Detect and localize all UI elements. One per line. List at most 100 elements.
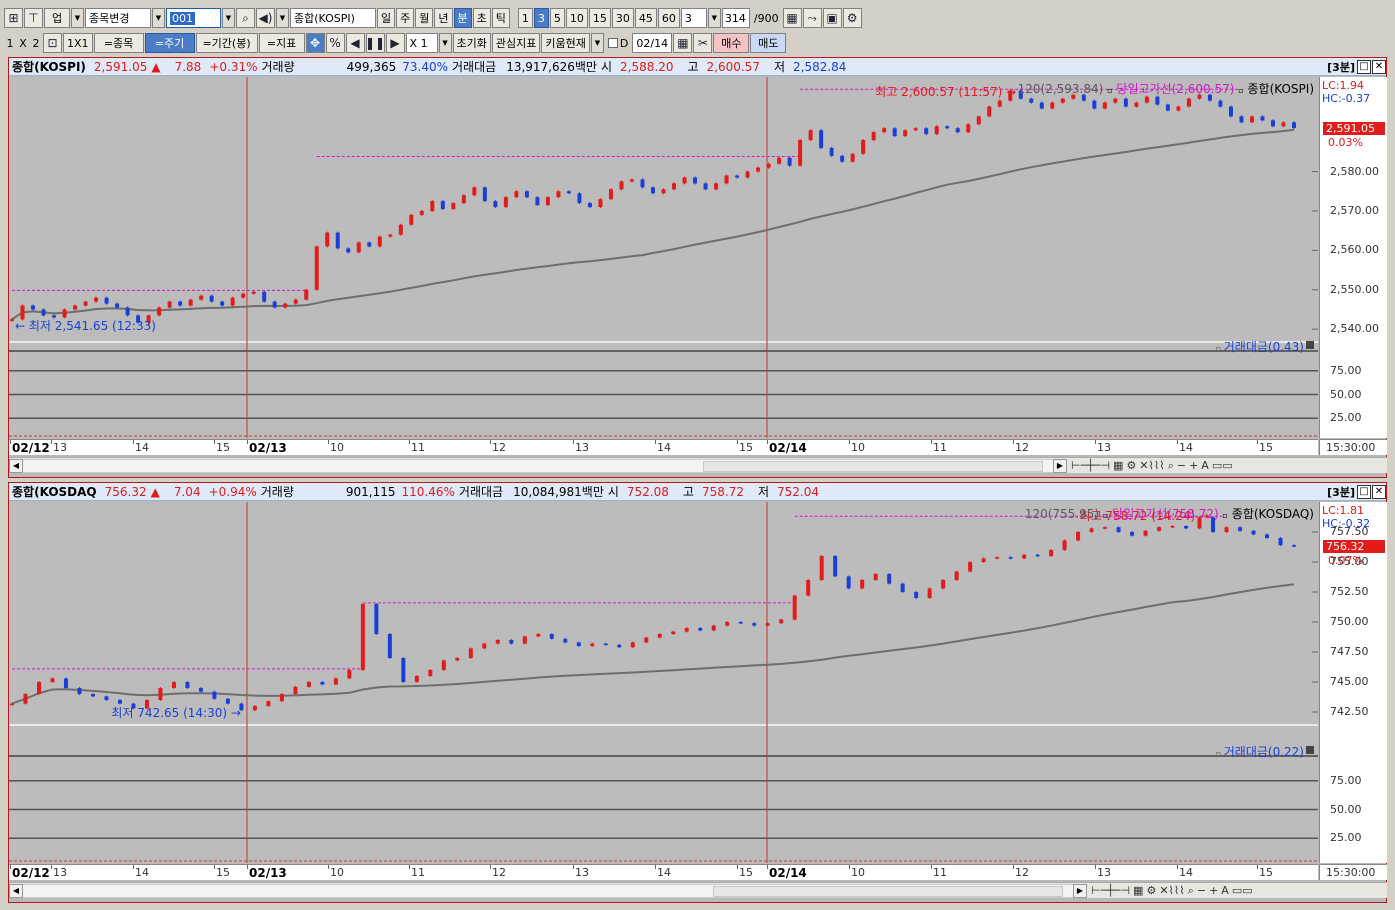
- grid-icon[interactable]: ⊡: [43, 33, 62, 53]
- candle-body: [535, 197, 540, 206]
- period-month[interactable]: 월: [415, 8, 434, 28]
- crosshair-icon[interactable]: ✥: [305, 33, 325, 53]
- minus-icon[interactable]: −: [1177, 459, 1186, 472]
- pin-icon[interactable]: ⊤: [24, 8, 43, 28]
- table-icon[interactable]: ▦: [1113, 459, 1123, 472]
- zoom-slider-icon[interactable]: ⊢─┼─⊣: [1091, 884, 1130, 897]
- multiplier-dropdown[interactable]: ▼: [438, 33, 452, 53]
- price-plot[interactable]: 최고 2,600.57 (11:57) → ← 최저 2,541.65 (12:3…: [9, 77, 1318, 438]
- save-icon[interactable]: ▣: [822, 8, 842, 28]
- sync-item-button[interactable]: =종목: [93, 33, 144, 53]
- interval-input[interactable]: 3: [680, 8, 707, 28]
- price-plot[interactable]: 최고 758.72 (14:24) → 최저 742.65 (14:30) → 12…: [9, 502, 1318, 863]
- interval-45[interactable]: 45: [634, 8, 657, 28]
- layout-x[interactable]: X: [17, 33, 29, 53]
- trend-icon[interactable]: ⤳: [802, 8, 822, 28]
- multiplier-select[interactable]: X 1: [405, 33, 438, 53]
- close-icon[interactable]: ✕: [1372, 484, 1386, 499]
- font-icon[interactable]: A: [1221, 884, 1229, 897]
- pattern-icon[interactable]: ✕⌇⌇⌇: [1159, 884, 1184, 897]
- period-tick[interactable]: 틱: [491, 8, 510, 28]
- reset-button[interactable]: 초기화: [452, 33, 491, 53]
- kiwoom-dropdown[interactable]: ▼: [590, 33, 604, 53]
- count-input[interactable]: 314: [721, 8, 750, 28]
- x-tick-label: 15: [739, 441, 753, 454]
- market-dropdown[interactable]: ▼: [71, 8, 84, 28]
- gear-icon[interactable]: ⚙: [1146, 884, 1156, 897]
- market-select[interactable]: 업: [44, 8, 70, 28]
- zoom-icon[interactable]: ⌕: [1168, 459, 1174, 473]
- x-tick: [214, 865, 215, 869]
- lc-label: LC:1.81: [1322, 504, 1365, 517]
- interval-60[interactable]: 60: [657, 8, 680, 28]
- layout-1x1-button[interactable]: 1X1: [63, 33, 93, 53]
- search-icon[interactable]: ⌕: [236, 8, 255, 28]
- sync-period-button[interactable]: =기간(봉): [195, 33, 258, 53]
- kiwoom-current-button[interactable]: 키움현재: [541, 33, 590, 53]
- font-icon[interactable]: A: [1201, 459, 1209, 472]
- maximize-icon[interactable]: □: [1357, 59, 1371, 74]
- scroll-left-icon[interactable]: ◀: [9, 458, 23, 473]
- stock-change-dropdown[interactable]: ▼: [152, 8, 165, 28]
- sync-indicator-button[interactable]: =지표: [258, 33, 305, 53]
- buy-button[interactable]: 매수: [713, 33, 750, 53]
- next-icon[interactable]: ▶: [385, 33, 405, 53]
- layout-2[interactable]: 2: [30, 33, 42, 53]
- horizontal-scrollbar[interactable]: ◀ ▶ ⊢─┼─⊣ ▦ ⚙ ✕⌇⌇⌇ ⌕ − + A ▭▭: [9, 882, 1387, 898]
- layout-1[interactable]: 1: [4, 33, 16, 53]
- layout-icon[interactable]: ▭▭: [1212, 459, 1233, 472]
- zoom-slider-icon[interactable]: ⊢─┼─⊣: [1071, 459, 1110, 472]
- scroll-thumb[interactable]: [713, 885, 1063, 897]
- calendar-icon[interactable]: ▦: [673, 33, 693, 53]
- interval-10[interactable]: 10: [565, 8, 588, 28]
- watch-indicator-button[interactable]: 관심지표: [491, 33, 541, 53]
- period-minute[interactable]: 분: [453, 8, 472, 28]
- scissors-icon[interactable]: ✂: [693, 33, 713, 53]
- plus-icon[interactable]: +: [1209, 884, 1218, 897]
- pattern-icon[interactable]: ✕⌇⌇⌇: [1139, 459, 1164, 472]
- scroll-right-icon[interactable]: ▶: [1053, 458, 1067, 473]
- interval-1[interactable]: 1: [517, 8, 533, 28]
- period-week[interactable]: 주: [396, 8, 415, 28]
- table-icon[interactable]: ▦: [1133, 884, 1143, 897]
- period-second[interactable]: 초: [472, 8, 491, 28]
- period-day[interactable]: 일: [377, 8, 396, 28]
- compare-icon[interactable]: ▦: [782, 8, 802, 28]
- code-dropdown[interactable]: ▼: [222, 8, 235, 28]
- interval-dropdown[interactable]: ▼: [707, 8, 721, 28]
- scroll-left-icon[interactable]: ◀: [9, 883, 23, 898]
- settings-icon[interactable]: ⚙: [842, 8, 862, 28]
- percent-button[interactable]: %: [325, 33, 345, 53]
- minus-icon[interactable]: −: [1197, 884, 1206, 897]
- period-year[interactable]: 년: [434, 8, 453, 28]
- sub-close-icon[interactable]: [1306, 746, 1314, 754]
- date-input[interactable]: 02/14: [632, 33, 673, 53]
- scroll-right-icon[interactable]: ▶: [1073, 883, 1087, 898]
- code-input[interactable]: 001: [166, 8, 221, 28]
- layout-icon[interactable]: ▭▭: [1232, 884, 1253, 897]
- prev-icon[interactable]: ◀: [345, 33, 365, 53]
- sync-cycle-button[interactable]: =주기: [144, 33, 195, 53]
- pause-icon[interactable]: ❚❚: [365, 33, 385, 53]
- interval-30[interactable]: 30: [611, 8, 634, 28]
- interval-15[interactable]: 15: [588, 8, 611, 28]
- speaker-icon[interactable]: ◀): [256, 8, 275, 28]
- stock-change-field[interactable]: 종목변경: [85, 8, 151, 28]
- zoom-icon[interactable]: ⌕: [1188, 884, 1194, 898]
- sell-button[interactable]: 매도: [750, 33, 787, 53]
- maximize-icon[interactable]: □: [1357, 484, 1371, 499]
- sub-close-icon[interactable]: [1306, 341, 1314, 349]
- interval-3[interactable]: 3: [533, 8, 549, 28]
- interval-5[interactable]: 5: [549, 8, 565, 28]
- scroll-track[interactable]: [23, 883, 1073, 898]
- gear-icon[interactable]: ⚙: [1126, 459, 1136, 472]
- speaker-dropdown[interactable]: ▼: [276, 8, 289, 28]
- scroll-thumb[interactable]: [703, 460, 1043, 472]
- horizontal-scrollbar[interactable]: ◀ ▶ ⊢─┼─⊣ ▦ ⚙ ✕⌇⌇⌇ ⌕ − + A ▭▭: [9, 457, 1387, 473]
- window-icon[interactable]: ⊞: [4, 8, 23, 28]
- close-icon[interactable]: ✕: [1372, 59, 1386, 74]
- d-checkbox[interactable]: D: [605, 33, 631, 53]
- x-tick: [328, 440, 329, 444]
- scroll-track[interactable]: [23, 458, 1053, 473]
- plus-icon[interactable]: +: [1189, 459, 1198, 472]
